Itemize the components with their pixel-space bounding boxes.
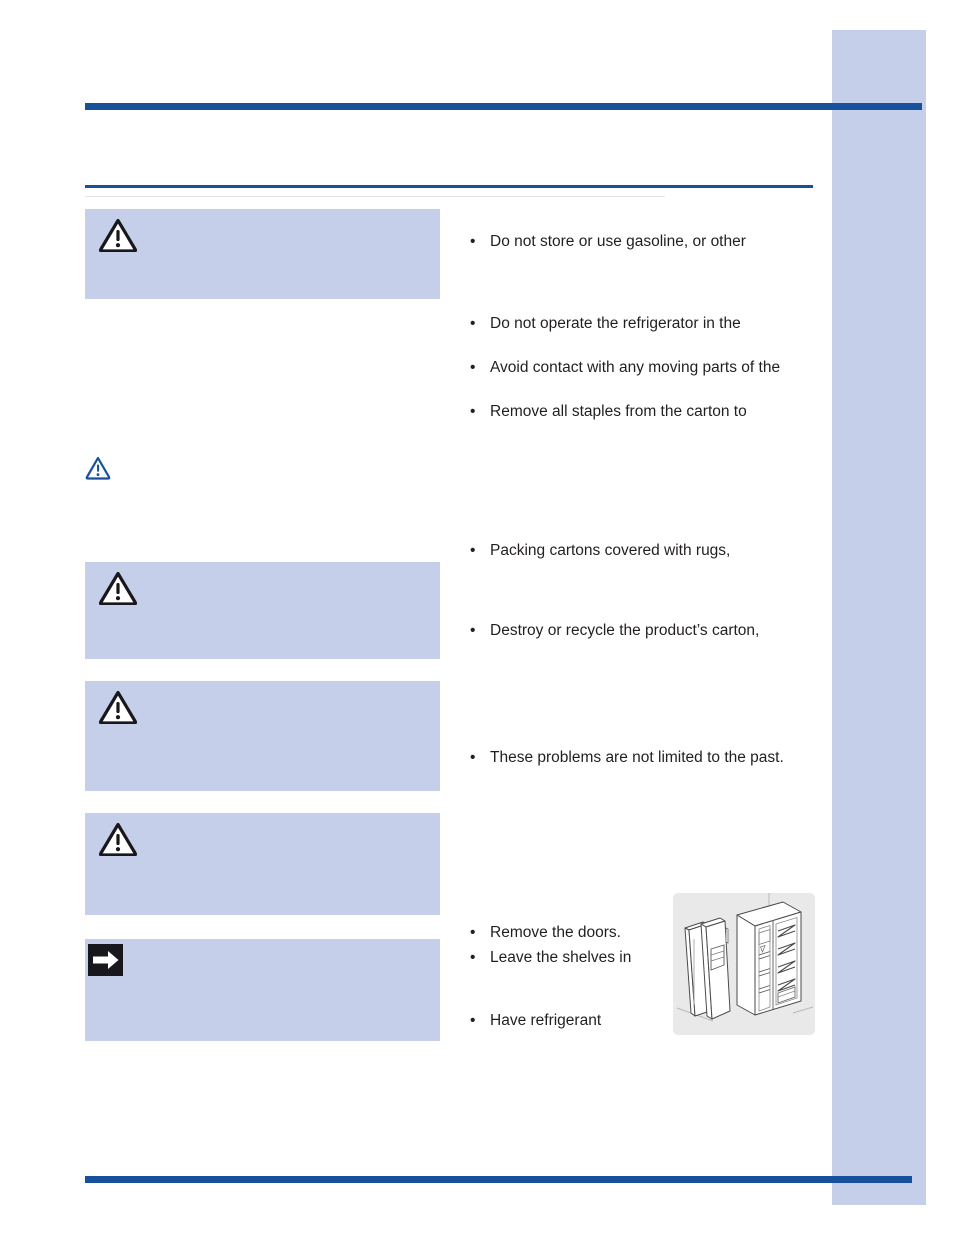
list-item: • These problems are not limited to the …: [470, 748, 784, 768]
list-item: • Leave the shelves in: [470, 948, 631, 968]
bullet-marker: •: [470, 542, 476, 559]
notice-box-5: [85, 939, 440, 1041]
bullet-marker: •: [470, 622, 476, 639]
bullet-marker: •: [470, 749, 476, 766]
section-rule-shadow: [85, 196, 665, 197]
warning-triangle-icon: [98, 218, 138, 252]
bullet-text: Do not store or use gasoline, or other: [490, 233, 746, 250]
list-item: • Do not operate the refrigerator in the: [470, 314, 741, 334]
bullet-text: Have refrigerant: [490, 1012, 602, 1029]
bullet-marker: •: [470, 315, 476, 332]
list-item: • Remove the doors.: [470, 923, 621, 943]
list-item: • Packing cartons covered with rugs,: [470, 541, 730, 561]
bullet-marker: •: [470, 1012, 476, 1029]
bullet-marker: •: [470, 403, 476, 420]
arrow-right-icon: [88, 944, 123, 976]
bullet-text: Remove the doors.: [490, 924, 621, 941]
notice-box-1: [85, 209, 440, 299]
list-item: • Avoid contact with any moving parts of…: [470, 358, 780, 378]
header-rule: [85, 103, 922, 110]
notice-box-4: [85, 813, 440, 915]
bullet-text: Destroy or recycle the product’s carton,: [490, 622, 760, 639]
bullet-marker: •: [470, 233, 476, 250]
manual-page: • Do not store or use gasoline, or other…: [0, 0, 954, 1235]
bullet-text: Avoid contact with any moving parts of t…: [490, 359, 781, 376]
list-item: • Have refrigerant: [470, 1011, 601, 1031]
bullet-marker: •: [470, 359, 476, 376]
notice-box-2: [85, 562, 440, 659]
refrigerator-doors-removed-illustration: [673, 893, 815, 1035]
notice-box-3: [85, 681, 440, 791]
warning-triangle-icon: [98, 822, 138, 856]
list-item: • Do not store or use gasoline, or other: [470, 232, 746, 252]
bullet-marker: •: [470, 924, 476, 941]
bullet-text: Do not operate the refrigerator in the: [490, 315, 741, 332]
warning-triangle-icon: [98, 571, 138, 605]
caution-triangle-icon: [85, 456, 111, 480]
footer-rule: [85, 1176, 912, 1183]
bullet-text: Remove all staples from the carton to: [490, 403, 747, 420]
list-item: • Remove all staples from the carton to: [470, 402, 747, 422]
bullet-text: Packing cartons covered with rugs,: [490, 542, 731, 559]
bullet-marker: •: [470, 949, 476, 966]
bullet-text: These problems are not limited to the pa…: [490, 749, 784, 766]
bullet-text: Leave the shelves in: [490, 949, 632, 966]
list-item: • Destroy or recycle the product’s carto…: [470, 621, 759, 641]
section-rule: [85, 185, 813, 188]
page-side-band: [832, 30, 926, 1205]
warning-triangle-icon: [98, 690, 138, 724]
